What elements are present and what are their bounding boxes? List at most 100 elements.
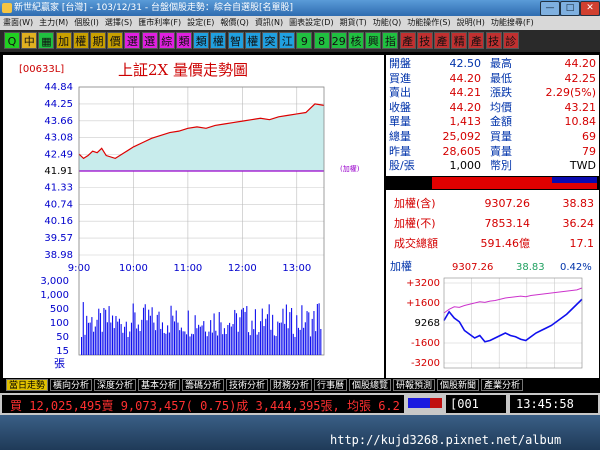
maximize-button[interactable]: □ — [560, 1, 580, 16]
tab-0[interactable]: 當日走勢 — [6, 379, 48, 391]
toolbar-button[interactable]: 興 — [365, 32, 382, 49]
tab-3[interactable]: 基本分析 — [138, 379, 180, 391]
status-code-box[interactable]: [001 — [446, 395, 506, 413]
volume-bar — [320, 328, 322, 355]
volume-bar — [182, 331, 184, 355]
tab-5[interactable]: 技術分析 — [226, 379, 268, 391]
toolbar-button[interactable]: 診 — [502, 32, 519, 49]
toolbar-button[interactable]: 突 — [262, 32, 278, 49]
tab-11[interactable]: 產業分析 — [481, 379, 523, 391]
y-tick-label: 41.91 — [44, 166, 73, 177]
toolbar-button[interactable]: 精 — [451, 32, 468, 49]
toolbar-button[interactable]: 產 — [468, 32, 485, 49]
volume-bar — [129, 331, 131, 355]
index-mini-chart[interactable]: 加權 9307.26 38.83 0.42% +3200 +1600 9268 -16… — [386, 258, 599, 375]
watermark-text: http://kujd3268.pixnet.net/album — [330, 433, 562, 447]
menu-item[interactable]: 說明(H) — [454, 16, 488, 30]
toolbar-button[interactable]: 指 — [382, 32, 399, 49]
volume-bar — [227, 325, 229, 355]
index-label: 成交總額 — [394, 237, 438, 250]
toolbar-button[interactable]: 江 — [279, 32, 296, 49]
quote-label: 昨量 — [389, 144, 411, 158]
toolbar-button[interactable]: 29 — [330, 32, 347, 49]
toolbar-button[interactable]: 技 — [416, 32, 433, 49]
toolbar-button[interactable]: 8 — [313, 32, 330, 49]
tab-10[interactable]: 個股新聞 — [437, 379, 479, 391]
toolbar-button[interactable]: 類 — [193, 32, 210, 49]
menu-item[interactable]: 匯市利率(F) — [135, 16, 184, 30]
price-volume-chart[interactable]: [00633L] 上証2X 量價走勢圖 (加權) 44.84 44.25 43.66… — [3, 55, 384, 378]
volume-bar — [110, 322, 112, 355]
tab-1[interactable]: 橫向分析 — [50, 379, 92, 391]
toolbar-button[interactable]: 期 — [90, 32, 106, 49]
menu-item[interactable]: 畫面(W) — [0, 16, 36, 30]
quote-value: 44.20 — [564, 57, 597, 70]
volume-bar — [127, 336, 129, 355]
volume-tick-label: 15 — [56, 346, 69, 357]
tab-6[interactable]: 財務分析 — [270, 379, 312, 391]
tab-2[interactable]: 深度分析 — [94, 379, 136, 391]
menu-item[interactable]: 個股(I) — [71, 16, 102, 30]
toolbar-button[interactable]: 權 — [72, 32, 89, 49]
x-tick-label: 10:00 — [119, 263, 148, 274]
tab-9[interactable]: 研報預測 — [393, 379, 435, 391]
toolbar-button[interactable]: ▦ — [38, 32, 55, 49]
quote-label: 漲跌 — [490, 86, 512, 100]
volume-bar — [211, 332, 213, 355]
y-tick-label: 40.74 — [44, 200, 73, 211]
menu-item[interactable]: 功能(Q) — [370, 16, 405, 30]
quote-value: 1,000 — [449, 159, 482, 173]
tab-7[interactable]: 行事曆 — [314, 379, 347, 391]
volume-bar — [120, 324, 122, 355]
volume-bar — [260, 321, 262, 355]
toolbar-button[interactable]: Q — [4, 32, 20, 49]
menu-item[interactable]: 圖表設定(D) — [286, 16, 336, 30]
mini-series-line — [443, 287, 583, 314]
menu-item[interactable]: 期貨(T) — [337, 16, 370, 30]
toolbar-button[interactable]: 類 — [176, 32, 192, 49]
toolbar-button[interactable]: 綜 — [158, 32, 175, 49]
toolbar-button[interactable]: 加 — [55, 32, 72, 49]
tab-4[interactable]: 籌碼分析 — [182, 379, 224, 391]
toolbar-button[interactable]: 智 — [227, 32, 244, 49]
menu-item[interactable]: 設定(E) — [184, 16, 217, 30]
volume-bar — [165, 333, 167, 355]
toolbar-button[interactable]: 核 — [348, 32, 364, 49]
toolbar-button[interactable]: 中 — [21, 32, 38, 49]
close-button[interactable]: ✕ — [580, 1, 600, 16]
volume-bar — [311, 318, 313, 355]
volume-bar — [206, 336, 208, 355]
menu-item[interactable]: 報價(Q) — [217, 16, 252, 30]
y-tick-label: 43.08 — [44, 132, 73, 143]
toolbar-button[interactable]: 價 — [107, 32, 124, 49]
menu-item[interactable]: 資訊(N) — [252, 16, 286, 30]
index-row: 加權(不) 7853.14 36.24 — [386, 215, 599, 233]
menu-item[interactable]: 功能搜尋(F) — [488, 16, 537, 30]
tab-8[interactable]: 個股總覽 — [349, 379, 391, 391]
toolbar-button[interactable]: 產 — [399, 32, 416, 49]
y-tick-label: 44.25 — [44, 99, 73, 110]
quote-value: 79 — [582, 144, 596, 158]
minimize-button[interactable]: — — [540, 1, 560, 16]
toolbar-button[interactable]: 選 — [141, 32, 158, 49]
toolbar-button[interactable]: 權 — [244, 32, 261, 49]
volume-bar — [232, 324, 234, 355]
volume-bar — [175, 310, 177, 355]
menu-item[interactable]: 選擇(S) — [102, 16, 135, 30]
toolbar-button[interactable]: 選 — [124, 32, 141, 49]
menu-item[interactable]: 功能操作(S) — [404, 16, 453, 30]
menu-item[interactable]: 主力(M) — [36, 16, 71, 30]
volume-bar — [258, 332, 260, 355]
toolbar-button[interactable]: 技 — [485, 32, 502, 49]
index-label: 加權(不) — [394, 217, 436, 230]
mini-tick-label: -1600 — [411, 338, 440, 349]
volume-bar — [270, 329, 272, 355]
chart-legend-note: (加權) — [340, 164, 360, 173]
toolbar-button[interactable]: 9 — [296, 32, 313, 49]
quote-value: 42.50 — [449, 57, 482, 70]
toolbar-button[interactable]: 權 — [210, 32, 227, 49]
index-value: 591.46億 — [480, 237, 531, 250]
price-volume-chart-panel[interactable]: [00633L] 上証2X 量價走勢圖 (加權) 44.84 44.25 43.66… — [3, 55, 384, 378]
toolbar-button[interactable]: 產 — [434, 32, 450, 49]
status-ticker-box: 買 12,025,495賣 9,073,457( 0.75)成 3,444,39… — [2, 395, 404, 413]
